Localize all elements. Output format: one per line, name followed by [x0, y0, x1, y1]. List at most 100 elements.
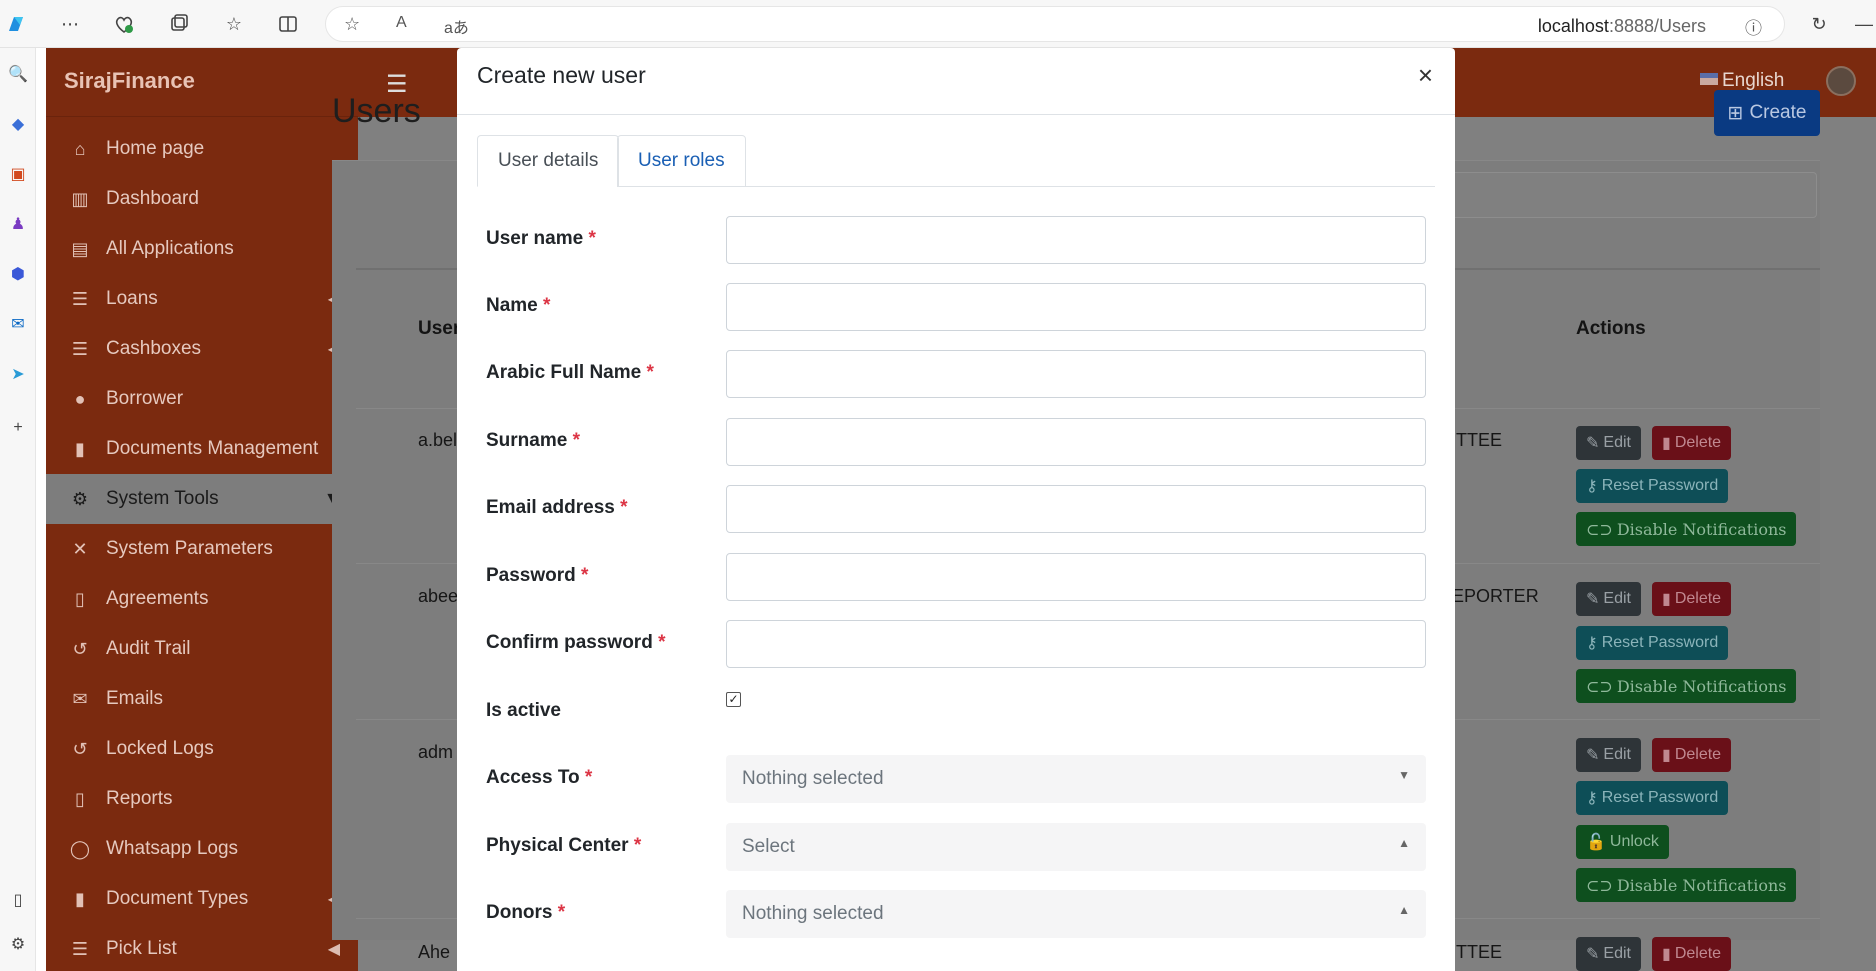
address-bar[interactable]: ☆ A aあ localhost:8888/Users ⓘ — [325, 6, 1785, 42]
is-active-checkbox[interactable]: ✓ — [726, 692, 741, 707]
send-icon[interactable]: ➤ — [6, 362, 30, 386]
sidebar-item-loans[interactable]: ☰Loans◀ — [46, 274, 358, 324]
sidebar-item-whatsapp-logs[interactable]: ◯ Whatsapp Logs — [46, 824, 358, 874]
required-mark: * — [572, 430, 580, 451]
sidebar-item-borrower[interactable]: ● Borrower — [46, 374, 358, 424]
column-header-user[interactable]: User — [418, 318, 460, 340]
outlook-icon[interactable]: ✉ — [6, 312, 30, 336]
sidebar-item-all-applications[interactable]: ▤ All Applications — [46, 224, 358, 274]
sidebar-item-document-types[interactable]: ▮Document Types◀ — [46, 874, 358, 924]
email-input[interactable] — [726, 485, 1426, 533]
delete-button[interactable]: ▮ Delete — [1652, 937, 1732, 971]
confirm-password-input[interactable] — [726, 620, 1426, 668]
favorite-star-icon[interactable]: ☆ — [344, 14, 360, 35]
name-label: Name * — [486, 295, 550, 317]
unlock-button[interactable]: 🔓 Unlock — [1576, 825, 1669, 859]
tab-user-roles[interactable]: User roles — [617, 135, 746, 187]
disable-notifications-button[interactable]: ⊂⊃ Disable Notifications — [1576, 868, 1797, 902]
disable-notifications-button[interactable]: ⊂⊃ Disable Notifications — [1576, 512, 1797, 546]
delete-label: Delete — [1674, 945, 1722, 962]
required-mark: * — [588, 228, 596, 249]
split-screen-icon[interactable] — [276, 12, 300, 36]
sidebar-item-label: Loans — [106, 288, 158, 309]
history-icon: ↺ — [72, 638, 88, 659]
language-selector[interactable]: English — [1700, 70, 1784, 92]
form-row-is-active: Is active ✓ — [486, 688, 1422, 736]
access-to-select[interactable]: Nothing selected ▼ — [726, 755, 1426, 803]
favorites-list-icon[interactable]: ☆ — [222, 12, 246, 36]
sidebar-item-emails[interactable]: ✉ Emails — [46, 674, 358, 724]
sidebar-item-dashboard[interactable]: ▥ Dashboard — [46, 174, 358, 224]
close-icon[interactable]: × — [1418, 60, 1433, 91]
shopping-tag-icon[interactable]: ◆ — [6, 112, 30, 136]
search-icon[interactable]: 🔍 — [6, 62, 30, 86]
collections-icon[interactable] — [166, 12, 190, 36]
history-icon: ↺ — [72, 738, 88, 759]
sidebar-item-label: Whatsapp Logs — [106, 838, 239, 859]
sidebar-item-agreements[interactable]: ▯ Agreements — [46, 574, 358, 624]
surname-input[interactable] — [726, 418, 1426, 466]
read-aloud-icon[interactable]: A — [396, 14, 407, 32]
sidebar-item-documents-management[interactable]: ▮ Documents Management — [46, 424, 358, 474]
sidebar-item-audit-trail[interactable]: ↺ Audit Trail — [46, 624, 358, 674]
edit-button[interactable]: ✎ Edit — [1576, 738, 1641, 772]
sidebar-item-reports[interactable]: ▯ Reports — [46, 774, 358, 824]
microsoft365-icon[interactable]: ⬢ — [6, 262, 30, 286]
form-row-email: Email address * — [486, 485, 1426, 533]
sidebar-item-cashboxes[interactable]: ☰Cashboxes◀ — [46, 324, 358, 374]
label-text: Email address — [486, 497, 615, 518]
settings-gear-icon[interactable]: ⚙ — [6, 932, 30, 956]
tools-icon[interactable]: ▣ — [6, 162, 30, 186]
edit-label: Edit — [1603, 945, 1631, 962]
tab-user-details[interactable]: User details — [477, 135, 620, 187]
reset-password-button[interactable]: ⚷ Reset Password — [1576, 469, 1729, 503]
sidebar-item-system-tools[interactable]: ⚙System Tools▼ — [46, 474, 358, 524]
brand-logo[interactable]: SirajFinance — [46, 48, 358, 117]
password-input[interactable] — [726, 553, 1426, 601]
access-to-label: Access To * — [486, 767, 592, 789]
required-mark: * — [581, 565, 589, 586]
reset-password-button[interactable]: ⚷ Reset Password — [1576, 626, 1729, 660]
physical-center-select[interactable]: Select ▲ — [726, 823, 1426, 871]
delete-button[interactable]: ▮ Delete — [1652, 426, 1732, 460]
delete-button[interactable]: ▮ Delete — [1652, 738, 1732, 772]
label-text: Access To — [486, 767, 580, 788]
whatsapp-icon: ◯ — [69, 838, 91, 859]
reset-password-button[interactable]: ⚷ Reset Password — [1576, 781, 1729, 815]
edit-button[interactable]: ✎ Edit — [1576, 937, 1641, 971]
sidebar-item-locked-logs[interactable]: ↺ Locked Logs — [46, 724, 358, 774]
url-path: :8888/Users — [1608, 16, 1706, 36]
sidebar-item-home[interactable]: ⌂ Home page — [46, 124, 358, 174]
sidebar-item-pick-list[interactable]: ☰ Pick List ◀ — [46, 924, 358, 971]
file-icon: ▮ — [75, 888, 85, 909]
refresh-icon[interactable]: ↻ — [1807, 12, 1831, 36]
disable-notifications-button[interactable]: ⊂⊃ Disable Notifications — [1576, 669, 1797, 703]
name-input[interactable] — [726, 283, 1426, 331]
games-icon[interactable]: ♟ — [6, 212, 30, 236]
caret-down-icon: ▼ — [1398, 768, 1410, 782]
minimize-icon[interactable]: — — [1852, 12, 1876, 36]
label-text: User name — [486, 228, 584, 249]
form-row-surname: Surname * — [486, 418, 1426, 466]
site-info-icon[interactable]: ⓘ — [1745, 14, 1762, 39]
add-icon[interactable]: + — [6, 416, 30, 440]
label-text: Physical Center — [486, 835, 629, 856]
username-input[interactable] — [726, 216, 1426, 264]
url-text[interactable]: localhost:8888/Users — [1538, 16, 1706, 37]
more-icon[interactable]: ⋯ — [58, 12, 82, 36]
search-input[interactable] — [1405, 172, 1817, 218]
create-user-button[interactable]: ⊞ Create — [1714, 90, 1820, 136]
performance-icon[interactable] — [112, 12, 136, 36]
delete-button[interactable]: ▮ Delete — [1652, 582, 1732, 616]
translate-icon[interactable]: aあ — [444, 14, 469, 38]
sidebar-toggle-icon[interactable]: ▯ — [6, 888, 30, 912]
user-avatar[interactable] — [1826, 66, 1856, 96]
sidebar-item-system-parameters[interactable]: ✕ System Parameters — [46, 524, 358, 574]
sidebar-item-label: Borrower — [106, 388, 184, 409]
edit-button[interactable]: ✎ Edit — [1576, 582, 1641, 616]
copilot-icon[interactable] — [4, 12, 28, 36]
edit-button[interactable]: ✎ Edit — [1576, 426, 1641, 460]
arabic-name-input[interactable] — [726, 350, 1426, 398]
donors-select[interactable]: Nothing selected ▲ — [726, 890, 1426, 938]
caret-up-icon: ▲ — [1398, 903, 1410, 917]
